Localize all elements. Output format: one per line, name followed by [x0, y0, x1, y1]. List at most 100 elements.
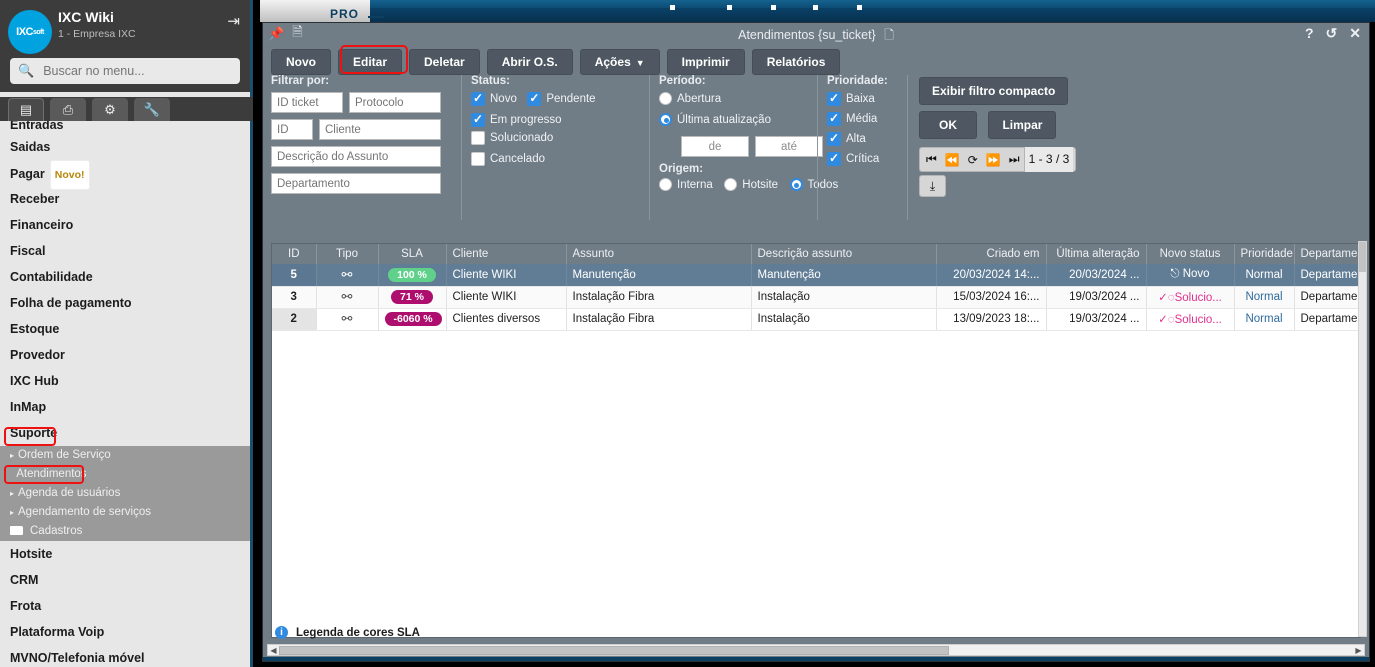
sidebar-item-mvno-telefonia-movel[interactable]: MVNO/Telefonia móvel: [0, 645, 250, 667]
search-menu-container[interactable]: 🔍: [10, 58, 240, 84]
prioridade-option-alta[interactable]: Alta: [827, 131, 866, 146]
prioridade-option-media[interactable]: Média: [827, 111, 877, 126]
table-vertical-scrollbar[interactable]: [1358, 241, 1367, 637]
origem-option-todos[interactable]: Todos: [789, 178, 838, 191]
sidebar-item-agendamento-de-servicos[interactable]: ▸ Agendamento de serviços: [0, 503, 250, 522]
status-option-pendente[interactable]: Pendente: [527, 91, 596, 106]
sidebar-item-provedor[interactable]: Provedor: [0, 342, 250, 368]
sidebar-item-suporte[interactable]: Suporte: [0, 420, 250, 446]
sidebar-item-financeiro[interactable]: Financeiro: [0, 212, 250, 238]
history-button[interactable]: ↺: [1326, 25, 1338, 42]
id-ticket-input[interactable]: [271, 92, 343, 113]
sidebar-item-pagar[interactable]: Pagar Novo!: [0, 160, 250, 190]
search-input[interactable]: [41, 63, 232, 79]
reports-button[interactable]: Relatórios: [751, 49, 841, 75]
col-header-tipo[interactable]: Tipo: [316, 244, 379, 264]
horizontal-scrollbar-thumb[interactable]: [279, 645, 949, 655]
sidebar-tab-tools[interactable]: 🔧: [134, 98, 170, 121]
sidebar-item-saidas[interactable]: Saidas: [0, 134, 250, 160]
refresh-button[interactable]: ⟳: [964, 153, 982, 167]
checkbox-cancelado[interactable]: [471, 152, 485, 166]
date-to-input[interactable]: até: [755, 136, 823, 157]
open-os-button[interactable]: Abrir O.S.: [486, 49, 573, 75]
col-header-criado-em[interactable]: Criado em: [936, 244, 1047, 264]
copy-icon[interactable]: 🗋: [884, 28, 894, 42]
date-from-input[interactable]: de: [681, 136, 749, 157]
edit-button[interactable]: Editar: [338, 49, 403, 75]
sidebar-item-contabilidade[interactable]: Contabilidade: [0, 264, 250, 290]
sidebar-tab-print[interactable]: ⎙: [50, 98, 86, 121]
delete-button[interactable]: Deletar: [409, 49, 480, 75]
checkbox-em-progresso[interactable]: [471, 112, 485, 127]
table-row[interactable]: 5 ⚯ 100 % Cliente WIKI Manutenção Manute…: [272, 264, 1360, 287]
protocolo-input[interactable]: [349, 92, 441, 113]
sidebar-item-frota[interactable]: Frota: [0, 593, 250, 619]
scroll-right-arrow[interactable]: ▶: [1353, 646, 1364, 655]
sidebar-item-cadastros[interactable]: Cadastros: [0, 522, 250, 541]
departamento-input[interactable]: [271, 173, 441, 194]
col-header-assunto[interactable]: Assunto: [566, 244, 752, 264]
sidebar-item-atendimentos[interactable]: Atendimentos: [0, 465, 250, 484]
prioridade-option-critica[interactable]: Crítica: [827, 151, 879, 166]
periodo-option-ultima-atualizacao[interactable]: Última atualização: [659, 113, 771, 126]
checkbox-novo[interactable]: [471, 91, 485, 106]
radio-interna[interactable]: [659, 178, 672, 191]
cliente-input[interactable]: [319, 119, 441, 140]
sla-legend[interactable]: i Legenda de cores SLA: [275, 626, 420, 639]
sidebar-item-crm[interactable]: CRM: [0, 567, 250, 593]
ok-button[interactable]: OK: [919, 111, 977, 139]
status-option-solucionado[interactable]: Solucionado: [471, 131, 553, 145]
logout-icon[interactable]: ⇥: [227, 12, 240, 30]
periodo-option-abertura[interactable]: Abertura: [659, 92, 721, 105]
checkbox-solucionado[interactable]: [471, 131, 485, 145]
clear-button[interactable]: Limpar: [988, 111, 1057, 139]
new-button[interactable]: Novo: [271, 49, 331, 75]
col-header-descricao-assunto[interactable]: Descrição assunto: [751, 244, 937, 264]
descricao-assunto-input[interactable]: [271, 146, 441, 167]
sidebar-item-plataforma-voip[interactable]: Plataforma Voip: [0, 619, 250, 645]
sidebar-item-estoque[interactable]: Estoque: [0, 316, 250, 342]
radio-ultima-atualizacao[interactable]: [659, 113, 672, 126]
col-header-sla[interactable]: SLA: [378, 244, 447, 264]
radio-abertura[interactable]: [659, 92, 672, 105]
sidebar-item-fiscal[interactable]: Fiscal: [0, 238, 250, 264]
radio-todos[interactable]: [789, 178, 803, 191]
col-header-cliente[interactable]: Cliente: [446, 244, 567, 264]
sidebar-item-agenda-de-usuarios[interactable]: ▸ Agenda de usuários: [0, 484, 250, 503]
status-option-novo[interactable]: Novo: [471, 91, 517, 106]
last-page-button[interactable]: ⏭: [1005, 152, 1024, 167]
table-row[interactable]: 2 ⚯ -6060 % Clientes diversos Instalação…: [272, 308, 1360, 331]
first-page-button[interactable]: ⏮: [922, 152, 941, 167]
close-button[interactable]: ✕: [1349, 25, 1361, 42]
col-header-departamento[interactable]: Departamento: [1294, 244, 1360, 264]
col-header-novo-status[interactable]: Novo status: [1146, 244, 1235, 264]
origem-option-interna[interactable]: Interna: [659, 178, 713, 191]
sidebar-tab-settings[interactable]: ⚙: [92, 98, 128, 121]
vertical-scrollbar-thumb[interactable]: [1359, 242, 1366, 272]
actions-button[interactable]: Ações ▼: [579, 49, 660, 75]
print-button[interactable]: Imprimir: [666, 49, 745, 75]
sidebar-item-ixc-hub[interactable]: IXC Hub: [0, 368, 250, 394]
id-input[interactable]: [271, 119, 313, 140]
status-option-cancelado[interactable]: Cancelado: [471, 152, 545, 166]
scroll-left-arrow[interactable]: ◀: [268, 646, 279, 655]
col-header-id[interactable]: ▼ ID: [272, 244, 317, 264]
col-header-ultima-alteracao[interactable]: Última alteração: [1046, 244, 1147, 264]
compact-filter-button[interactable]: Exibir filtro compacto: [919, 77, 1069, 105]
sidebar-tab-menu[interactable]: ▤: [8, 98, 44, 121]
help-button[interactable]: ?: [1305, 25, 1314, 42]
sidebar-item-entradas[interactable]: Entradas: [0, 121, 250, 134]
sidebar-item-ordem-de-servico[interactable]: ▸ Ordem de Serviço: [0, 446, 250, 465]
origem-option-hotsite[interactable]: Hotsite: [724, 178, 778, 191]
sidebar-item-hotsite[interactable]: Hotsite: [0, 541, 250, 567]
sidebar-item-inmap[interactable]: InMap: [0, 394, 250, 420]
prioridade-option-baixa[interactable]: Baixa: [827, 91, 875, 106]
next-page-button[interactable]: ⏩: [982, 153, 1005, 167]
download-button[interactable]: ⤓: [919, 175, 946, 197]
prev-page-button[interactable]: ⏪: [941, 153, 964, 167]
checkbox-media[interactable]: [827, 111, 841, 126]
radio-hotsite[interactable]: [724, 178, 738, 191]
table-row[interactable]: 3 ⚯ 71 % Cliente WIKI Instalação Fibra I…: [272, 286, 1360, 309]
sidebar-item-receber[interactable]: Receber: [0, 186, 250, 212]
checkbox-baixa[interactable]: [827, 91, 841, 106]
